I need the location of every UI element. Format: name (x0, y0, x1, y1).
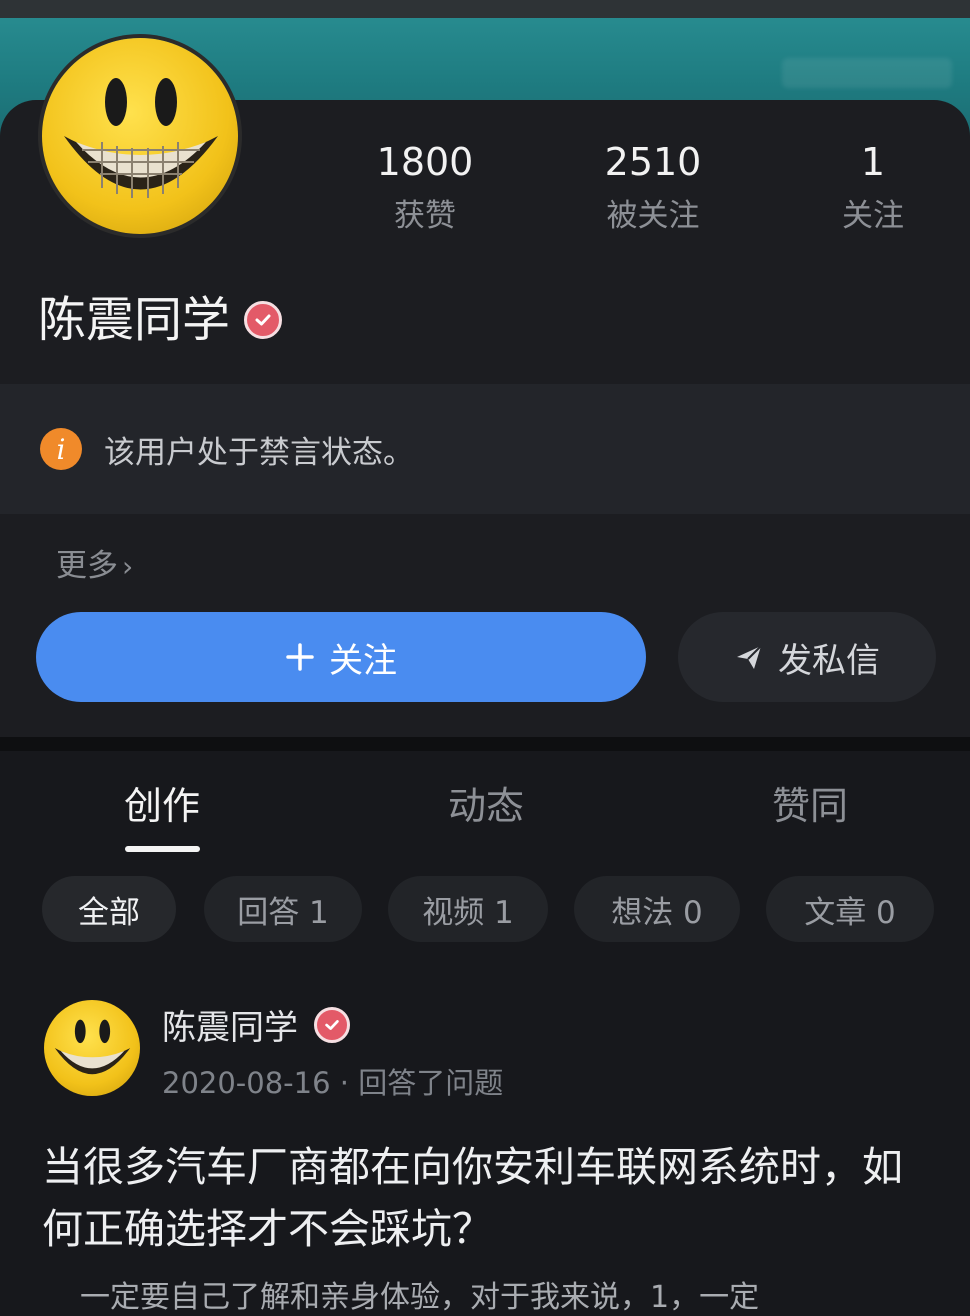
follow-button-label: 关注 (329, 640, 397, 681)
filter-thoughts[interactable]: 想法 0 (574, 876, 740, 942)
stat-likes[interactable]: 1800 获赞 (355, 140, 495, 236)
verified-badge-icon (314, 1006, 350, 1043)
meta-separator: · (339, 1066, 359, 1100)
content-tabs: 创作 动态 赞同 (0, 751, 970, 856)
stat-followers-label: 被关注 (606, 198, 700, 234)
filter-all[interactable]: 全部 (42, 876, 176, 942)
tab-creations[interactable]: 创作 (82, 775, 242, 830)
post-author[interactable]: 陈震同学 (162, 1000, 350, 1049)
smiley-face-icon (64, 78, 218, 198)
stat-followers[interactable]: 2510 被关注 (583, 140, 723, 236)
verified-badge-icon (244, 301, 283, 339)
stat-following-value: 1 (860, 140, 886, 184)
post-title[interactable]: 当很多汽车厂商都在向你安利车联网系统时，如何正确选择才不会踩坑？ (42, 1136, 942, 1260)
post-date: 2020-08-16 (162, 1066, 331, 1100)
section-divider (0, 737, 970, 751)
send-message-button[interactable]: 发私信 (678, 612, 936, 702)
post-action: 回答了问题 (358, 1066, 504, 1100)
filter-articles[interactable]: 文章 0 (766, 876, 934, 942)
stat-following[interactable]: 1 关注 (803, 140, 943, 236)
stat-likes-label: 获赞 (394, 198, 456, 234)
send-message-label: 发私信 (778, 640, 880, 681)
smiley-face-icon (54, 1019, 131, 1075)
chevron-right-icon: › (122, 550, 134, 583)
tab-upvoted[interactable]: 赞同 (730, 775, 890, 830)
info-icon: i (40, 428, 82, 470)
post-excerpt[interactable]: 一定要自己了解和亲身体验，对于我来说，1，一定 (80, 1272, 930, 1316)
post-author-name: 陈震同学 (162, 1008, 298, 1048)
mute-notice-text: 该用户处于禁言状态。 (104, 434, 414, 471)
post-meta: 2020-08-16 · 回答了问题 (162, 1060, 503, 1102)
plus-icon (286, 643, 314, 671)
filter-answers[interactable]: 回答 1 (204, 876, 362, 942)
paper-plane-icon (737, 645, 762, 669)
tab-activity[interactable]: 动态 (406, 775, 566, 830)
stat-followers-value: 2510 (604, 140, 702, 184)
filter-videos[interactable]: 视频 1 (388, 876, 548, 942)
follow-button[interactable]: 关注 (36, 612, 646, 702)
more-link[interactable]: 更多 › (56, 540, 133, 585)
mute-notice: i 该用户处于禁言状态。 (0, 384, 970, 514)
profile-name: 陈震同学 (38, 290, 283, 350)
post-author-avatar[interactable] (44, 1000, 140, 1096)
profile-avatar[interactable] (42, 38, 238, 234)
active-tab-indicator (125, 846, 200, 852)
stat-following-label: 关注 (842, 198, 904, 234)
profile-name-text: 陈震同学 (38, 292, 231, 348)
banner-watermark (782, 58, 952, 88)
stat-likes-value: 1800 (376, 140, 474, 184)
more-link-label: 更多 (56, 548, 118, 584)
